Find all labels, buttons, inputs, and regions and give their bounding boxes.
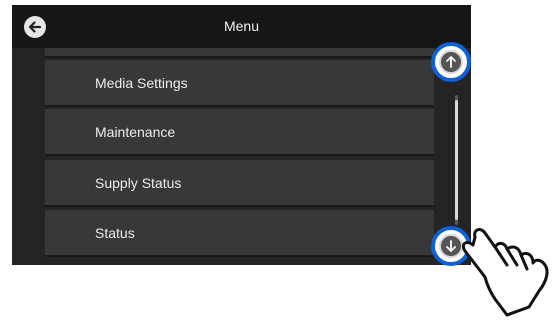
menu-item-label: Supply Status [95, 175, 182, 191]
title-bar: Menu [12, 5, 471, 48]
arrow-up-icon [446, 56, 456, 68]
menu-item-status[interactable]: Status [45, 210, 434, 257]
menu-item-label: Maintenance [95, 124, 176, 140]
scrollbar-thumb[interactable] [455, 100, 458, 220]
scroll-up-inner [439, 50, 463, 74]
menu-item-hidden[interactable] [45, 48, 434, 58]
menu-item-label: Media Settings [95, 75, 188, 91]
menu-item-media-settings[interactable]: Media Settings [45, 60, 434, 107]
menu-item-label: Status [95, 225, 135, 241]
scroll-up-button[interactable] [431, 42, 471, 82]
menu-item-maintenance[interactable]: Maintenance [45, 109, 434, 156]
menu-screen: Menu Media Settings Maintenance Supply S… [12, 5, 471, 265]
pointing-hand-icon [461, 228, 549, 317]
menu-item-supply-status[interactable]: Supply Status [45, 160, 434, 207]
page-title: Menu [223, 18, 260, 34]
